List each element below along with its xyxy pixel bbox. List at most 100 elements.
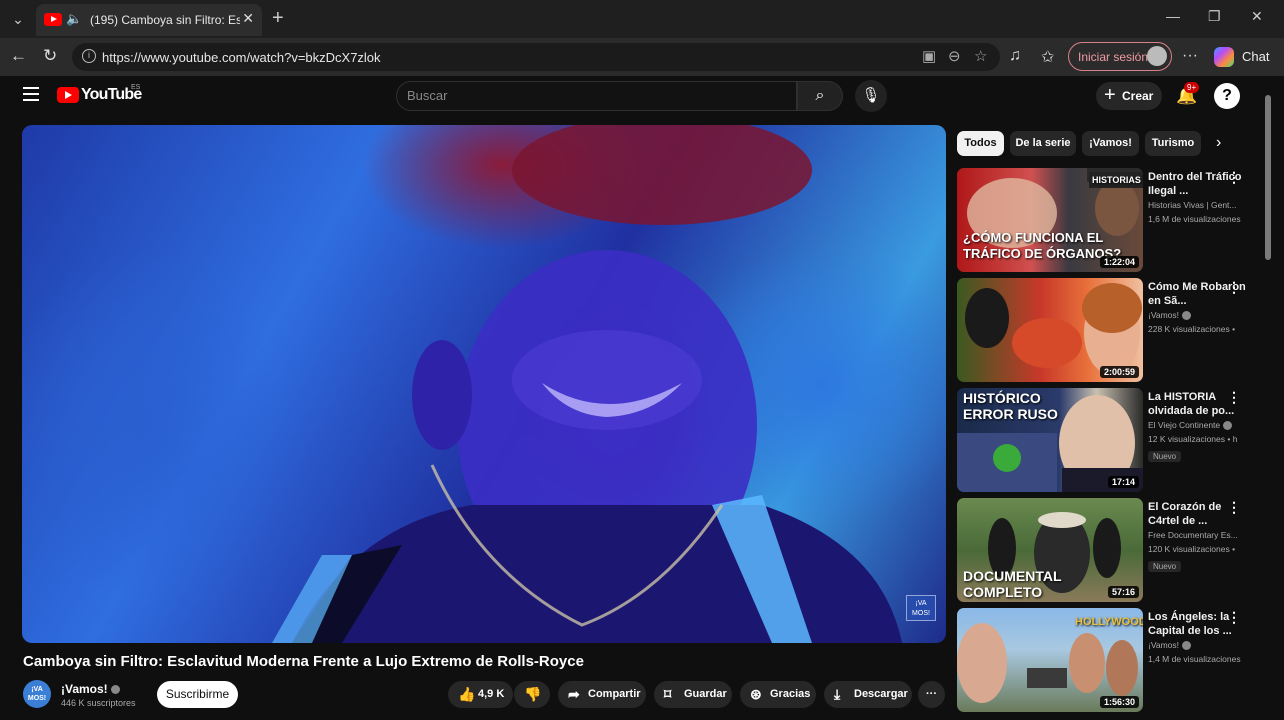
chip-todos[interactable]: Todos [957, 131, 1004, 156]
video-thumbnail[interactable]: HISTORIAS ¿CÓMO FUNCIONA EL TRÁFICO DE Ó… [957, 168, 1143, 272]
youtube-favicon-icon [44, 13, 62, 26]
copilot-button[interactable]: Chat [1212, 45, 1282, 69]
minimize-icon[interactable]: — [1166, 8, 1180, 24]
tab-title: (195) Camboya sin Filtro: Escl [90, 13, 240, 27]
video-thumbnail[interactable]: HISTÓRICO ERROR RUSO 17:14 [957, 388, 1143, 492]
channel-text[interactable]: El Viejo Continente [1148, 420, 1220, 430]
search-box[interactable] [396, 81, 797, 111]
recommendation-item[interactable]: HOLLYWOOD 1:56:30 Los Ángeles: la Capita… [957, 608, 1257, 712]
tab-list-icon[interactable]: ⌄ [8, 9, 28, 29]
maximize-icon[interactable]: ❐ [1208, 8, 1221, 25]
zoom-icon[interactable]: ⊖ [948, 47, 961, 65]
recommendation-item[interactable]: DOCUMENTAL COMPLETO 57:16 El Corazón de … [957, 498, 1257, 602]
video-title: Camboya sin Filtro: Esclavitud Moderna F… [23, 653, 584, 670]
video-duration: 1:56:30 [1099, 696, 1139, 708]
back-icon[interactable]: ← [10, 46, 27, 66]
reader-icon[interactable]: ▣ [922, 47, 936, 65]
search-input[interactable] [407, 88, 787, 103]
thumbnail-overlay-text: HOLLYWOOD [1075, 616, 1143, 628]
download-button[interactable]: ⤓ Descargar [824, 681, 912, 708]
channel-name-text[interactable]: ¡Vamos! [61, 682, 108, 696]
thumbs-down-icon: 👎 [524, 686, 542, 702]
new-badge: Nuevo [1148, 561, 1182, 572]
verified-icon [1182, 641, 1192, 651]
voice-search-button[interactable]: 🎙 [855, 80, 887, 112]
new-tab-icon[interactable]: + [272, 7, 284, 30]
video-thumbnail[interactable]: DOCUMENTAL COMPLETO 57:16 [957, 498, 1143, 602]
create-button[interactable]: + Crear [1096, 82, 1162, 110]
media-icon[interactable]: ♫ [1009, 47, 1021, 65]
user-avatar[interactable]: ? [1214, 83, 1240, 109]
subscriber-count: 446 K suscriptores [61, 698, 136, 708]
video-duration: 2:00:59 [1099, 366, 1139, 378]
page-scrollbar[interactable] [1264, 90, 1272, 710]
like-count: 4,9 K [478, 688, 505, 700]
save-button[interactable]: ⌑ Guardar [654, 681, 732, 708]
search-button[interactable]: ⌕ [797, 81, 843, 111]
verified-icon [110, 685, 120, 695]
save-label: Guardar [684, 688, 727, 700]
youtube-logo-icon[interactable] [57, 87, 79, 103]
browser-tab-active[interactable]: 🔈 (195) Camboya sin Filtro: Escl ✕ [36, 4, 262, 36]
chip-vamos[interactable]: ¡Vamos! [1082, 131, 1139, 156]
create-label: Crear [1122, 89, 1154, 103]
close-tab-icon[interactable]: ✕ [242, 10, 254, 27]
recommendation-item[interactable]: 2:00:59 Cómo Me Robaron en Sã... ¡Vamos!… [957, 278, 1257, 382]
bookmark-icon: ⌑ [664, 686, 672, 702]
channel-text[interactable]: ¡Vamos! [1148, 640, 1179, 650]
more-vert-icon[interactable]: ⋮ [1227, 609, 1241, 626]
signin-button[interactable]: Iniciar sesión [1068, 42, 1172, 71]
info-icon[interactable]: i [82, 49, 96, 63]
url-field[interactable]: i https://www.youtube.com/watch?v=bkzDcX… [72, 43, 1000, 71]
reload-icon[interactable]: ↻ [43, 46, 57, 66]
video-player[interactable]: ¡VA MOS! [22, 125, 946, 643]
recommendation-item[interactable]: HISTORIAS ¿CÓMO FUNCIONA EL TRÁFICO DE Ó… [957, 168, 1257, 272]
copilot-icon [1214, 47, 1234, 67]
video-duration: 1:22:04 [1099, 256, 1139, 268]
video-frame [272, 125, 902, 643]
like-button[interactable]: 👍 4,9 K [448, 681, 513, 708]
favorite-icon[interactable]: ☆ [974, 47, 987, 65]
channel-watermark[interactable]: ¡VA MOS! [906, 595, 936, 621]
search-icon: ⌕ [815, 87, 825, 104]
video-thumbnail[interactable]: 2:00:59 [957, 278, 1143, 382]
youtube-header: YouTube ES ⌕ 🎙 + Crear 🔔 9+ ? [0, 76, 1284, 118]
chip-turismo[interactable]: Turismo [1145, 131, 1201, 156]
share-button[interactable]: ➦ Compartir [558, 681, 646, 708]
recommendation-channel[interactable]: ¡Vamos! [1148, 308, 1246, 322]
menu-icon[interactable]: ··· [1182, 47, 1198, 65]
video-thumbnail[interactable]: HOLLYWOOD 1:56:30 [957, 608, 1143, 712]
window-close-icon[interactable]: ✕ [1251, 8, 1263, 25]
more-vert-icon[interactable]: ⋮ [1227, 169, 1241, 186]
channel-avatar[interactable]: ¡VA MOS! [23, 680, 51, 708]
recommendation-item[interactable]: HISTÓRICO ERROR RUSO 17:14 La HISTORIA o… [957, 388, 1257, 492]
recommendation-channel[interactable]: Historias Vivas | Gent... [1148, 198, 1246, 212]
thumbs-up-icon: 👍 [458, 686, 476, 702]
thumbnail-tag: HISTORIAS [1089, 172, 1143, 188]
dislike-button[interactable]: 👎 [514, 681, 550, 708]
more-actions-button[interactable]: ··· [918, 681, 945, 708]
recommendation-channel[interactable]: El Viejo Continente [1148, 418, 1246, 432]
profile-avatar [1147, 46, 1167, 66]
favorites-icon[interactable]: ✩ [1041, 47, 1054, 67]
more-vert-icon[interactable]: ⋮ [1227, 279, 1241, 296]
thanks-button[interactable]: ⊛ Gracias [740, 681, 816, 708]
chevron-right-icon[interactable]: › [1216, 134, 1221, 152]
verified-icon [1223, 421, 1233, 431]
signin-label: Iniciar sesión [1078, 50, 1149, 64]
video-duration: 57:16 [1107, 586, 1139, 598]
more-vert-icon[interactable]: ⋮ [1227, 389, 1241, 406]
hamburger-menu-icon[interactable] [23, 87, 39, 101]
thanks-label: Gracias [770, 688, 811, 700]
more-vert-icon[interactable]: ⋮ [1227, 499, 1241, 516]
subscribe-button[interactable]: Suscribirme [157, 681, 238, 708]
recommendation-channel[interactable]: ¡Vamos! [1148, 638, 1246, 652]
channel-name[interactable]: ¡Vamos! [61, 682, 120, 696]
recommendation-channel[interactable]: Free Documentary Es... [1148, 528, 1246, 542]
channel-text[interactable]: ¡Vamos! [1148, 310, 1179, 320]
url-text[interactable]: https://www.youtube.com/watch?v=bkzDcX7z… [102, 50, 381, 65]
audio-icon[interactable]: 🔈 [66, 11, 82, 27]
recommendation-views: 12 K visualizaciones • h [1148, 434, 1238, 444]
chip-de-la-serie[interactable]: De la serie [1010, 131, 1076, 156]
scrollbar-thumb[interactable] [1265, 95, 1271, 260]
